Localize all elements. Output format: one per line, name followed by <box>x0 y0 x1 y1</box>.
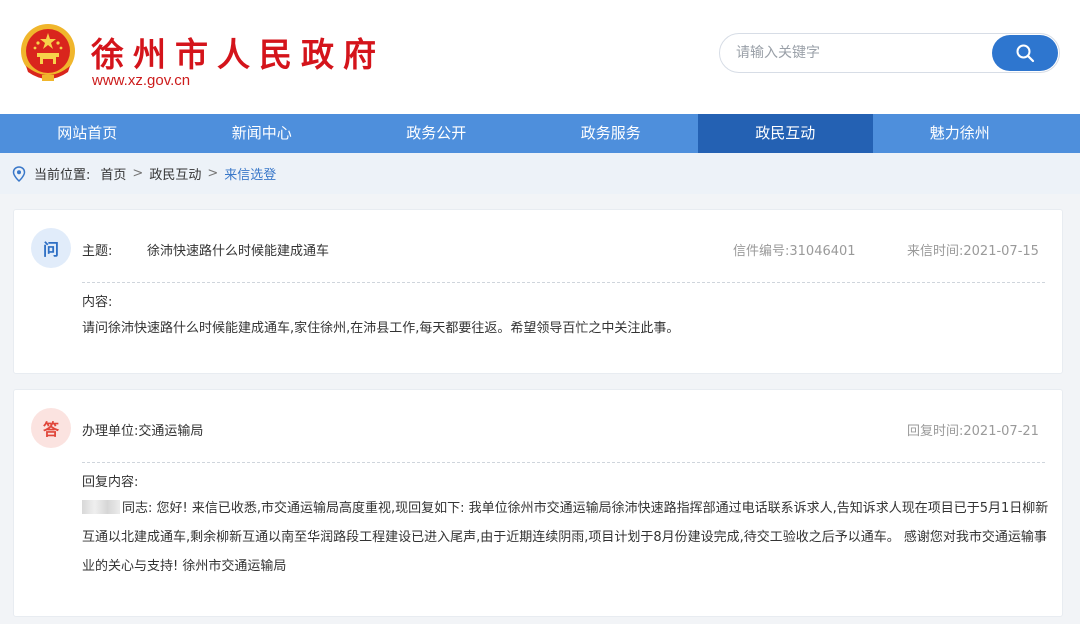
main-nav: 网站首页 新闻中心 政务公开 政务服务 政民互动 魅力徐州 <box>0 114 1080 153</box>
nav-item-charm-xuzhou[interactable]: 魅力徐州 <box>873 114 1048 153</box>
breadcrumb-home[interactable]: 首页 <box>100 164 126 183</box>
breadcrumb-separator: > <box>207 166 219 181</box>
search-button[interactable] <box>992 35 1058 71</box>
breadcrumb-label: 当前位置: <box>34 168 91 183</box>
search-input[interactable] <box>736 43 986 63</box>
breadcrumb-interaction[interactable]: 政民互动 <box>149 164 201 183</box>
answer-badge: 答 <box>31 408 71 448</box>
national-emblem-icon <box>21 24 75 81</box>
reply-content-label: 回复内容: <box>82 475 139 490</box>
content-label: 内容: <box>82 295 113 310</box>
reply-body: 同志: 您好! 来信已收悉,市交通运输局高度重视,现回复如下: 我单位徐州市交通… <box>82 501 1049 574</box>
breadcrumb: 当前位置: 首页 > 政民互动 > 来信选登 <box>0 153 1080 194</box>
site-title: 徐州市人民政府 <box>91 35 385 74</box>
question-content: 请问徐沛快速路什么时候能建成通车,家住徐州,在沛县工作,每天都要往返。希望领导百… <box>82 321 680 336</box>
nav-item-gov-services[interactable]: 政务服务 <box>524 114 699 153</box>
answer-card: 答 办理单位:交通运输局 回复时间:2021-07-21 回复内容: 同志: 您… <box>13 389 1063 617</box>
subject-label: 主题: <box>82 244 113 259</box>
site-header: 徐州市人民政府 www.xz.gov.cn <box>0 0 1080 114</box>
divider <box>82 282 1045 283</box>
search-icon <box>1016 44 1035 63</box>
question-card: 问 主题: 徐沛快速路什么时候能建成通车 信件编号:31046401 来信时间:… <box>13 209 1063 374</box>
reply-time: 回复时间:2021-07-21 <box>907 424 1039 439</box>
subject-text: 徐沛快速路什么时候能建成通车 <box>147 244 330 259</box>
reply-content: 同志: 您好! 来信已收悉,市交通运输局高度重视,现回复如下: 我单位徐州市交通… <box>82 494 1050 581</box>
question-badge: 问 <box>31 228 71 268</box>
nav-item-interaction[interactable]: 政民互动 <box>698 114 873 153</box>
location-pin-icon <box>12 165 26 182</box>
redacted-name <box>82 500 120 514</box>
nav-item-home[interactable]: 网站首页 <box>0 114 175 153</box>
sent-time: 来信时间:2021-07-15 <box>907 244 1039 259</box>
site-url[interactable]: www.xz.gov.cn <box>92 72 190 89</box>
handling-unit: 办理单位:交通运输局 <box>82 424 204 439</box>
nav-item-news[interactable]: 新闻中心 <box>175 114 350 153</box>
nav-item-gov-affairs-open[interactable]: 政务公开 <box>349 114 524 153</box>
letter-number: 信件编号:31046401 <box>733 244 856 259</box>
search-box <box>719 33 1060 73</box>
divider <box>82 462 1045 463</box>
breadcrumb-current[interactable]: 来信选登 <box>224 164 276 183</box>
breadcrumb-separator: > <box>132 166 144 181</box>
